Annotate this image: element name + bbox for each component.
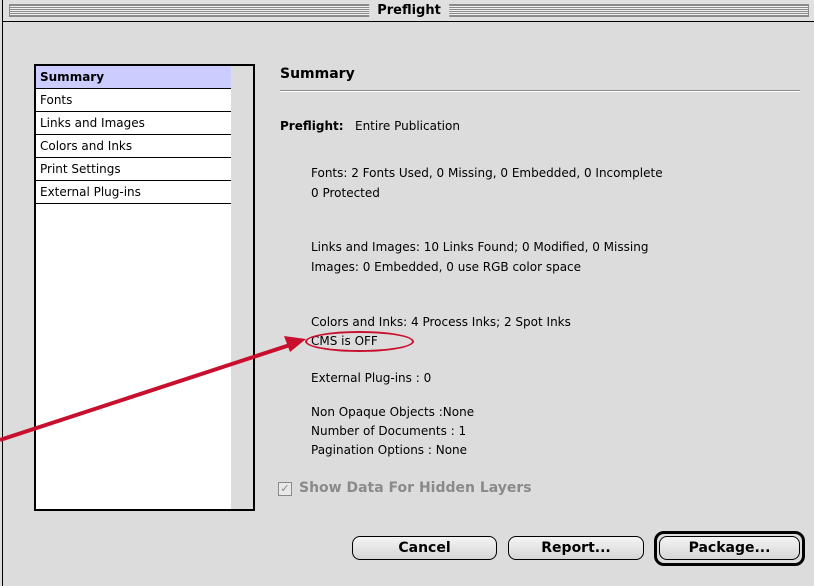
title-bar[interactable]: Preflight xyxy=(3,0,814,22)
page-title: Summary xyxy=(280,66,355,82)
preflight-value: Entire Publication xyxy=(354,119,460,133)
package-button[interactable]: Package... xyxy=(659,536,800,560)
window-title: Preflight xyxy=(369,2,449,19)
sidebar-item-print-settings[interactable]: Print Settings xyxy=(36,158,231,181)
plugins-summary: External Plug-ins : 0 xyxy=(311,371,432,385)
cancel-button[interactable]: Cancel xyxy=(352,536,497,560)
colors-summary-line-1: Colors and Inks: 4 Process Inks; 2 Spot … xyxy=(311,315,571,329)
links-summary-line-2: Images: 0 Embedded, 0 use RGB color spac… xyxy=(311,260,582,274)
sidebar-item-links-and-images[interactable]: Links and Images xyxy=(36,112,231,135)
pagination-options: Pagination Options : None xyxy=(311,443,468,457)
number-of-documents: Number of Documents : 1 xyxy=(311,424,467,438)
heading-divider xyxy=(280,90,800,92)
sidebar-item-colors-and-inks[interactable]: Colors and Inks xyxy=(36,135,231,158)
show-hidden-layers-label: Show Data For Hidden Layers xyxy=(299,480,532,496)
links-summary-line-1: Links and Images: 10 Links Found; 0 Modi… xyxy=(311,240,649,254)
fonts-summary-line-2: 0 Protected xyxy=(311,186,380,200)
category-list-items: Summary Fonts Links and Images Colors an… xyxy=(36,66,232,509)
sidebar-item-summary[interactable]: Summary xyxy=(36,66,231,89)
show-hidden-layers-checkbox[interactable]: ✓ xyxy=(278,482,292,496)
category-list: Summary Fonts Links and Images Colors an… xyxy=(34,64,255,511)
list-scrollbar[interactable] xyxy=(231,66,253,509)
preflight-label: Preflight: xyxy=(280,119,344,133)
sidebar-item-external-plug-ins[interactable]: External Plug-ins xyxy=(36,181,231,204)
sidebar-item-fonts[interactable]: Fonts xyxy=(36,89,231,112)
cms-highlight-ellipse xyxy=(305,331,414,352)
report-button[interactable]: Report... xyxy=(508,536,644,560)
preflight-scope: Preflight: Entire Publication xyxy=(280,119,460,133)
fonts-summary-line-1: Fonts: 2 Fonts Used, 0 Missing, 0 Embedd… xyxy=(311,166,663,180)
non-opaque-objects: Non Opaque Objects :None xyxy=(311,405,475,419)
